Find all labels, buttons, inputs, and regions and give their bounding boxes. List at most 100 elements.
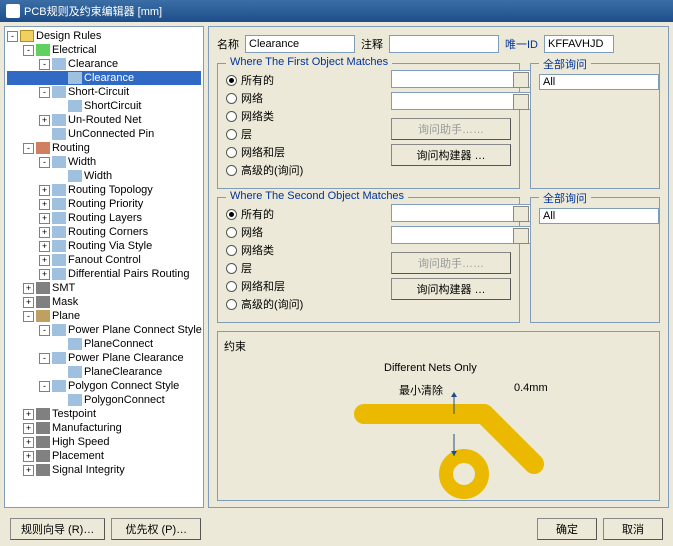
rule-icon (52, 380, 66, 392)
radio-net[interactable]: 网络 (226, 90, 381, 106)
window-title: PCB规则及约束编辑器 [mm] (24, 3, 162, 19)
rule-icon (68, 366, 82, 378)
expand-icon[interactable]: + (39, 185, 50, 196)
tree-unrouted[interactable]: +Un-Routed Net (7, 113, 201, 127)
query-text[interactable]: All (539, 74, 659, 90)
tree-routing[interactable]: -Routing (7, 141, 201, 155)
expand-icon[interactable]: + (39, 255, 50, 266)
comment-input[interactable] (389, 35, 499, 53)
radio-all-2[interactable]: 所有的 (226, 206, 381, 222)
cancel-button[interactable]: 取消 (603, 518, 663, 540)
rule-icon (52, 324, 66, 336)
tree-smt[interactable]: +SMT (7, 281, 201, 295)
tree-ppclear[interactable]: PlaneClearance (7, 365, 201, 379)
tree-rtopo[interactable]: +Routing Topology (7, 183, 201, 197)
collapse-icon[interactable]: - (7, 31, 18, 42)
tree-ppconn[interactable]: PlaneConnect (7, 337, 201, 351)
tree-rvia[interactable]: +Routing Via Style (7, 239, 201, 253)
expand-icon[interactable]: + (23, 297, 34, 308)
collapse-icon[interactable]: - (23, 311, 34, 322)
expand-icon[interactable]: + (23, 437, 34, 448)
collapse-icon[interactable]: - (23, 45, 34, 56)
rule-tree[interactable]: -Design Rules -Electrical -Clearance Cle… (4, 26, 204, 508)
folder-icon (20, 30, 34, 42)
query-builder-button-2[interactable]: 询问构建器 … (391, 278, 511, 300)
footer: 规则向导 (R)… 优先权 (P)… 确定 取消 (0, 518, 673, 540)
tree-shortcircuit[interactable]: ShortCircuit (7, 99, 201, 113)
tree-sigint[interactable]: +Signal Integrity (7, 463, 201, 477)
radio-netlayer[interactable]: 网络和层 (226, 144, 381, 160)
content-panel: 名称 注释 唯一ID Where The First Object Matche… (208, 26, 669, 508)
expand-icon[interactable]: + (39, 199, 50, 210)
tree-electrical[interactable]: -Electrical (7, 43, 201, 57)
tree-polyconn[interactable]: PolygonConnect (7, 393, 201, 407)
tree-mfg[interactable]: +Manufacturing (7, 421, 201, 435)
query-builder-button[interactable]: 询问构建器 … (391, 144, 511, 166)
rule-icon (68, 338, 82, 350)
expand-icon[interactable]: + (23, 451, 34, 462)
radio-icon (226, 281, 237, 292)
expand-icon[interactable]: + (39, 115, 50, 126)
radio-layer[interactable]: 层 (226, 126, 381, 142)
radio-layer-2[interactable]: 层 (226, 260, 381, 276)
tree-ppconn-grp[interactable]: -Power Plane Connect Style (7, 323, 201, 337)
tree-ppclear-grp[interactable]: -Power Plane Clearance (7, 351, 201, 365)
tree-rlayers[interactable]: +Routing Layers (7, 211, 201, 225)
tree-root[interactable]: -Design Rules (7, 29, 201, 43)
radio-adv[interactable]: 高级的(询问) (226, 162, 381, 178)
tree-clearance-sel[interactable]: Clearance (7, 71, 201, 85)
expand-icon[interactable]: + (23, 465, 34, 476)
radio-netclass[interactable]: 网络类 (226, 108, 381, 124)
radio-net-2[interactable]: 网络 (226, 224, 381, 240)
radio-icon (226, 93, 237, 104)
tree-fanout[interactable]: +Fanout Control (7, 253, 201, 267)
expand-icon[interactable]: + (39, 213, 50, 224)
hispeed-icon (36, 436, 50, 448)
expand-icon[interactable]: + (23, 283, 34, 294)
collapse-icon[interactable]: - (39, 325, 50, 336)
comment-label: 注释 (361, 36, 383, 52)
collapse-icon[interactable]: - (39, 157, 50, 168)
tree-polyconn-grp[interactable]: -Polygon Connect Style (7, 379, 201, 393)
collapse-icon[interactable]: - (39, 353, 50, 364)
expand-icon[interactable]: + (23, 409, 34, 420)
expand-icon[interactable]: + (23, 423, 34, 434)
rule-wizard-button[interactable]: 规则向导 (R)… (10, 518, 105, 540)
tree-testpoint[interactable]: +Testpoint (7, 407, 201, 421)
tree-rprio[interactable]: +Routing Priority (7, 197, 201, 211)
tree-clearance-grp[interactable]: -Clearance (7, 57, 201, 71)
rule-icon (52, 58, 66, 70)
radio-all[interactable]: 所有的 (226, 72, 381, 88)
expand-icon[interactable]: + (39, 241, 50, 252)
tree-width[interactable]: Width (7, 169, 201, 183)
collapse-icon[interactable]: - (39, 59, 50, 70)
name-label: 名称 (217, 36, 239, 52)
combo4[interactable] (391, 226, 531, 244)
combo3[interactable] (391, 204, 531, 222)
combo2[interactable] (391, 92, 531, 110)
tree-plane[interactable]: -Plane (7, 309, 201, 323)
radio-adv-2[interactable]: 高级的(询问) (226, 296, 381, 312)
query-text-2[interactable]: All (539, 208, 659, 224)
tree-unconnected[interactable]: UnConnected Pin (7, 127, 201, 141)
radio-netclass-2[interactable]: 网络类 (226, 242, 381, 258)
expand-icon[interactable]: + (39, 269, 50, 280)
collapse-icon[interactable]: - (39, 87, 50, 98)
tree-width-grp[interactable]: -Width (7, 155, 201, 169)
ok-button[interactable]: 确定 (537, 518, 597, 540)
uid-input[interactable] (544, 35, 614, 53)
name-input[interactable] (245, 35, 355, 53)
tree-hispeed[interactable]: +High Speed (7, 435, 201, 449)
radio-netlayer-2[interactable]: 网络和层 (226, 278, 381, 294)
tree-placement[interactable]: +Placement (7, 449, 201, 463)
collapse-icon[interactable]: - (39, 381, 50, 392)
priority-button[interactable]: 优先权 (P)… (111, 518, 201, 540)
combo1[interactable] (391, 70, 531, 88)
expand-icon[interactable]: + (39, 227, 50, 238)
clearance-svg (344, 384, 604, 504)
tree-diffpair[interactable]: +Differential Pairs Routing (7, 267, 201, 281)
tree-mask[interactable]: +Mask (7, 295, 201, 309)
tree-shortcircuit-grp[interactable]: -Short-Circuit (7, 85, 201, 99)
collapse-icon[interactable]: - (23, 143, 34, 154)
tree-rcorners[interactable]: +Routing Corners (7, 225, 201, 239)
